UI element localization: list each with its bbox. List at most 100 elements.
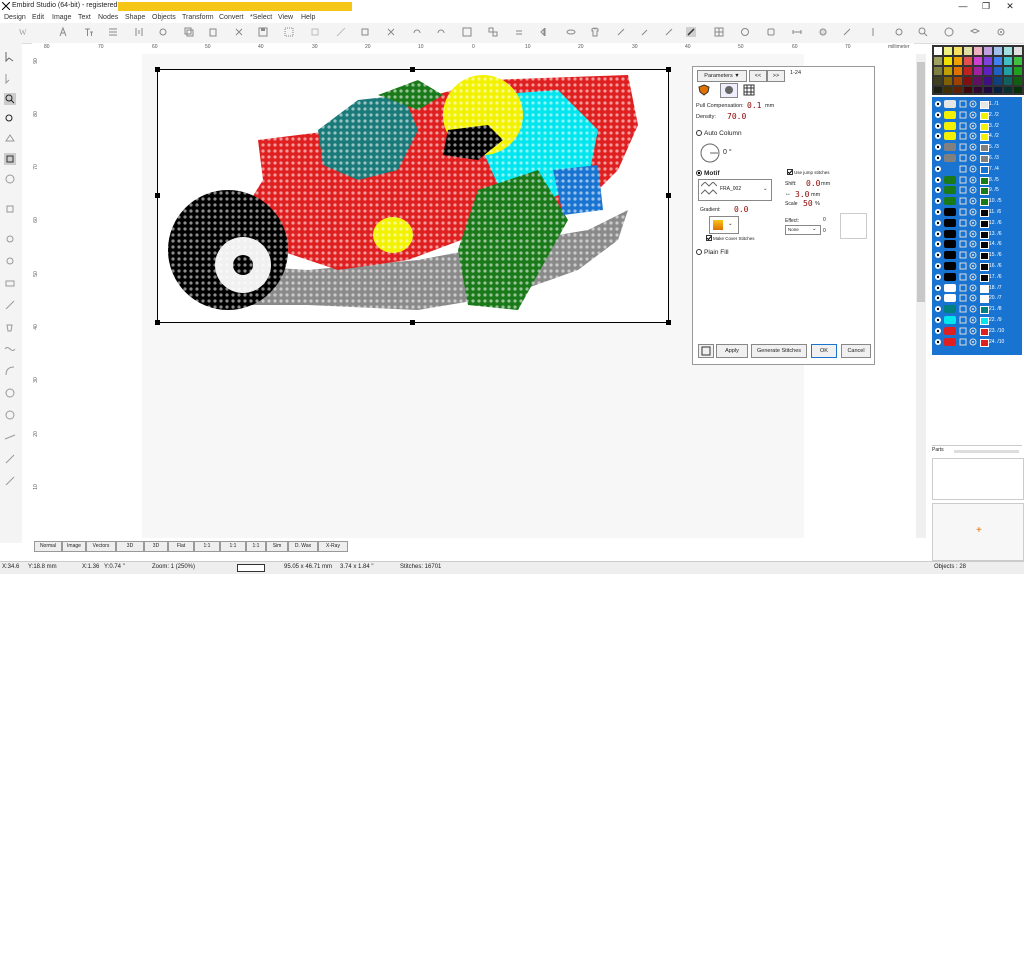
pull-compensation-value[interactable]: 0.1 — [747, 101, 761, 110]
node-edit-icon[interactable] — [336, 27, 346, 37]
color-swatch[interactable] — [974, 47, 982, 55]
minimize-button[interactable]: — — [953, 1, 973, 11]
color-swatch[interactable] — [1004, 67, 1012, 75]
gear-icon[interactable] — [969, 316, 977, 324]
menu-select[interactable]: *Select — [250, 14, 272, 21]
eye-icon[interactable] — [934, 197, 942, 205]
selection-handle[interactable] — [410, 320, 415, 325]
prev-button[interactable]: << — [749, 70, 767, 82]
tab-wax[interactable]: D. Wax — [288, 541, 318, 552]
stitch-type-icon[interactable] — [959, 122, 967, 130]
stitch-type-icon[interactable] — [959, 230, 967, 238]
object-list-row[interactable]: 5. /3 — [932, 142, 1022, 153]
gear-icon[interactable] — [969, 154, 977, 162]
color-icon[interactable] — [818, 27, 828, 37]
color-swatch[interactable] — [994, 77, 1002, 85]
bucket-tool-icon[interactable] — [4, 321, 16, 333]
eraser-tool-icon[interactable] — [4, 475, 16, 487]
eye-icon[interactable] — [934, 262, 942, 270]
zoom-tool-icon[interactable] — [4, 93, 16, 105]
stitch-type-icon[interactable] — [959, 186, 967, 194]
transform-icon[interactable] — [360, 27, 370, 37]
color-swatch[interactable] — [964, 57, 972, 65]
gear-icon[interactable] — [969, 208, 977, 216]
maximize-button[interactable]: ❐ — [976, 1, 996, 11]
align-icon[interactable] — [108, 27, 118, 37]
grid-icon[interactable] — [714, 27, 724, 37]
selection-handle[interactable] — [666, 67, 671, 72]
color-swatch[interactable] — [994, 87, 1002, 93]
gear-icon[interactable] — [969, 143, 977, 151]
stitch-type-icon[interactable] — [959, 219, 967, 227]
shift-value[interactable]: 0.0 — [806, 179, 820, 188]
stitch-type-icon[interactable] — [959, 197, 967, 205]
gear-icon[interactable] — [969, 111, 977, 119]
color-swatch[interactable] — [1004, 87, 1012, 93]
knife-tool-icon[interactable] — [4, 299, 16, 311]
eye-icon[interactable] — [934, 230, 942, 238]
gear-icon[interactable] — [969, 327, 977, 335]
color-swatch[interactable] — [964, 67, 972, 75]
color-swatch[interactable] — [1014, 87, 1022, 93]
save-icon[interactable] — [258, 27, 268, 37]
eye-icon[interactable] — [934, 240, 942, 248]
color-swatch[interactable] — [944, 67, 952, 75]
stitch-type-icon[interactable] — [959, 100, 967, 108]
menu-convert[interactable]: Convert — [219, 14, 244, 21]
tab-sim[interactable]: Sim — [266, 541, 288, 552]
menu-edit[interactable]: Edit — [32, 14, 44, 21]
eye-icon[interactable] — [934, 165, 942, 173]
color-swatch[interactable] — [974, 57, 982, 65]
pattern-tab-icon[interactable] — [743, 84, 755, 96]
fill-tool-icon[interactable] — [4, 203, 16, 215]
eye-icon[interactable] — [934, 305, 942, 313]
tab-3d-alt[interactable]: 3D — [144, 541, 168, 552]
stitch-type-icon[interactable] — [959, 132, 967, 140]
color-swatch[interactable] — [994, 57, 1002, 65]
eye-icon[interactable] — [934, 111, 942, 119]
zoom-plus-icon[interactable] — [4, 113, 16, 125]
eye-icon[interactable] — [934, 294, 942, 302]
menu-image[interactable]: Image — [52, 14, 71, 21]
selection-handle[interactable] — [666, 193, 671, 198]
stitch-type-icon[interactable] — [959, 294, 967, 302]
eye-icon[interactable] — [934, 219, 942, 227]
density-value[interactable]: 70.0 — [727, 112, 746, 121]
color-swatch[interactable] — [994, 47, 1002, 55]
object-list-row[interactable]: 7. /4 — [932, 164, 1022, 175]
ok-button[interactable]: OK — [811, 344, 837, 358]
menu-text[interactable]: Text — [78, 14, 91, 21]
eye-icon[interactable] — [934, 186, 942, 194]
color-swatch[interactable] — [984, 67, 992, 75]
stitch-type-icon[interactable] — [959, 262, 967, 270]
cancel-button[interactable]: Cancel — [841, 344, 871, 358]
object-list-row[interactable]: 14. /6 — [932, 239, 1022, 250]
eye-icon[interactable] — [934, 316, 942, 324]
redo-icon[interactable] — [412, 27, 422, 37]
motif-tab-icon[interactable] — [720, 83, 738, 98]
color-swatch[interactable] — [964, 77, 972, 85]
object-list-row[interactable]: 16. /6 — [932, 261, 1022, 272]
color-swatch[interactable] — [954, 47, 962, 55]
eyedropper-icon[interactable] — [640, 27, 650, 37]
target-tool-icon[interactable] — [4, 387, 16, 399]
stitch-type-icon[interactable] — [959, 176, 967, 184]
stitch-type-icon[interactable] — [959, 251, 967, 259]
font-size-icon[interactable] — [84, 27, 94, 37]
color-swatch[interactable] — [1014, 47, 1022, 55]
sun-tool-icon[interactable] — [4, 255, 16, 267]
color-swatch[interactable] — [974, 77, 982, 85]
color-swatch[interactable] — [934, 47, 942, 55]
stitch-type-icon[interactable] — [959, 305, 967, 313]
object-list-row[interactable]: 2. /2 — [932, 110, 1022, 121]
shirt-icon[interactable] — [590, 27, 600, 37]
tab-1to1[interactable]: 1:1 — [194, 541, 220, 552]
eye-icon[interactable] — [934, 327, 942, 335]
line-tool-icon[interactable] — [4, 431, 16, 443]
color-swatch[interactable] — [934, 87, 942, 93]
object-list-row[interactable]: 4. /2 — [932, 131, 1022, 142]
eye-icon[interactable] — [934, 273, 942, 281]
shield-icon[interactable] — [698, 84, 710, 96]
zoom-icon[interactable] — [918, 27, 928, 37]
gear-icon[interactable] — [969, 262, 977, 270]
